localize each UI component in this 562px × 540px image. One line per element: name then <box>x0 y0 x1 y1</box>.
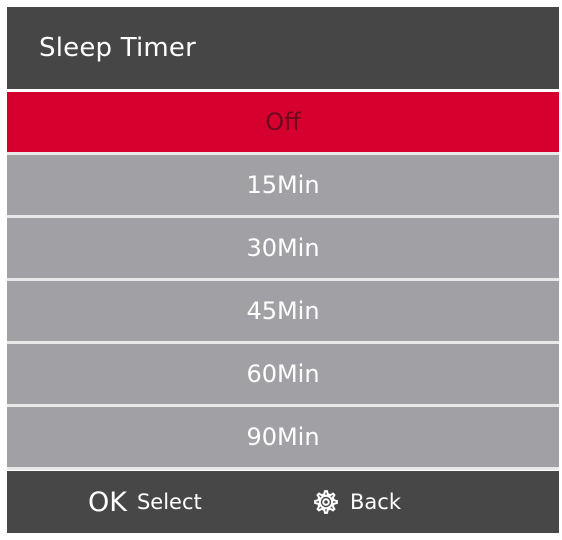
timer-option-60min[interactable]: 60Min <box>7 344 559 407</box>
timer-options-list: Off 15Min 30Min 45Min 60Min 90Min <box>7 92 559 470</box>
timer-option-15min[interactable]: 15Min <box>7 155 559 218</box>
sleep-timer-dialog: Sleep Timer Off 15Min 30Min 45Min 60Min … <box>7 7 559 533</box>
back-label: Back <box>350 490 401 514</box>
timer-option-off[interactable]: Off <box>7 92 559 155</box>
timer-option-label: 15Min <box>246 171 320 199</box>
back-hint[interactable]: Back <box>312 471 401 533</box>
select-label: Select <box>136 490 202 514</box>
dialog-title: Sleep Timer <box>39 33 197 63</box>
footer-hint-bar: OK Select Back <box>7 471 559 533</box>
gear-icon <box>312 488 340 516</box>
select-hint[interactable]: OK Select <box>88 471 202 533</box>
timer-option-label: 30Min <box>246 234 320 262</box>
timer-option-label: 90Min <box>246 423 320 451</box>
title-bar: Sleep Timer <box>7 7 559 89</box>
timer-option-45min[interactable]: 45Min <box>7 281 559 344</box>
timer-option-label: Off <box>265 108 301 136</box>
timer-option-90min[interactable]: 90Min <box>7 407 559 470</box>
timer-option-30min[interactable]: 30Min <box>7 218 559 281</box>
ok-key-label: OK <box>88 486 127 518</box>
timer-option-label: 45Min <box>246 297 320 325</box>
timer-option-label: 60Min <box>246 360 320 388</box>
